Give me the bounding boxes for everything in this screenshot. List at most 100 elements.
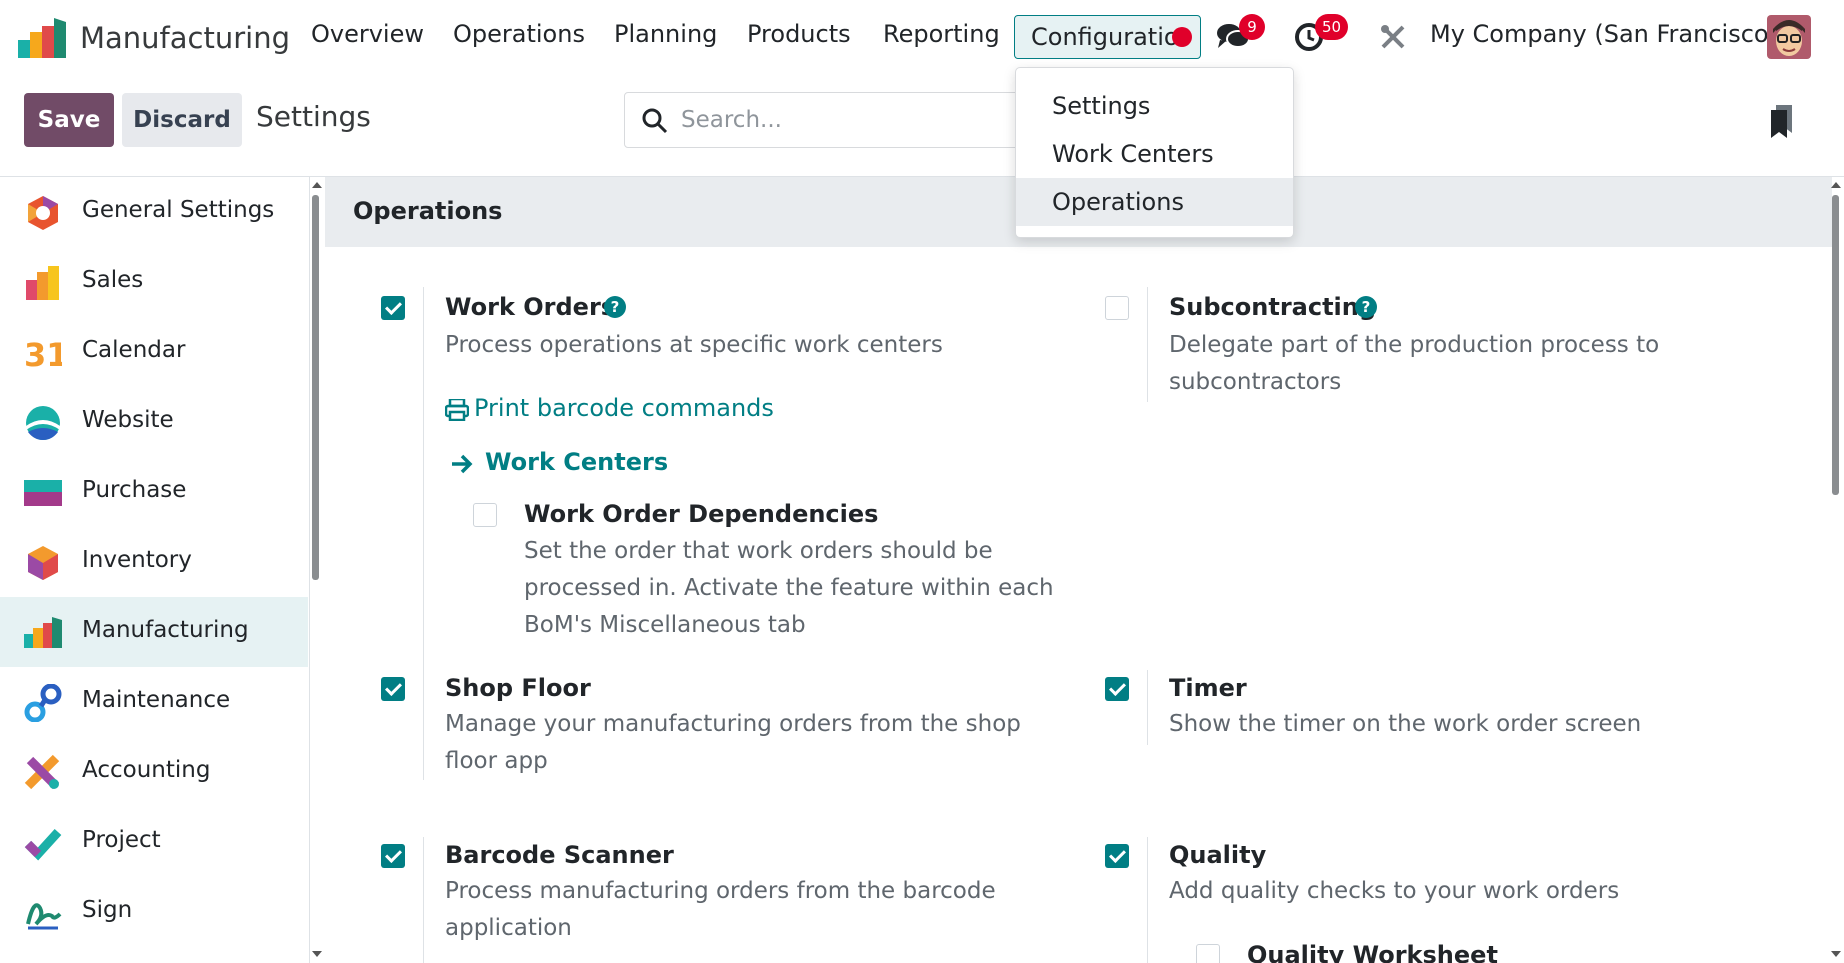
maintenance-icon xyxy=(24,684,62,722)
tools-icon[interactable] xyxy=(1379,23,1407,51)
shop-floor-desc: Manage your manufacturing orders from th… xyxy=(445,711,1021,774)
sidebar-item-label: Accounting xyxy=(82,757,211,783)
sales-icon xyxy=(26,266,59,300)
menu-reporting[interactable]: Reporting xyxy=(883,20,1000,48)
work-centers-link[interactable]: Work Centers xyxy=(485,448,668,476)
manufacturing-logo-icon xyxy=(18,18,66,58)
menu-products[interactable]: Products xyxy=(747,20,851,48)
content-scroll-down[interactable] xyxy=(1831,951,1841,957)
project-icon xyxy=(24,828,62,861)
setting-divider xyxy=(1147,670,1148,745)
sidebar-item-label: Purchase xyxy=(82,477,187,503)
menu-operations[interactable]: Operations xyxy=(453,20,585,48)
sidebar-item-label: General Settings xyxy=(82,197,275,223)
sidebar-item-label: Calendar xyxy=(82,337,186,363)
mouse-cursor-indicator xyxy=(1172,27,1192,47)
user-avatar-icon xyxy=(1767,15,1811,59)
work-orders-title: Work Orders xyxy=(445,293,616,321)
sidebar-scroll-up[interactable] xyxy=(312,182,322,188)
settings-search[interactable]: Search... xyxy=(624,92,1044,148)
arrow-right-icon xyxy=(452,454,473,474)
quality-worksheet-title: Quality Worksheet xyxy=(1247,941,1498,963)
sidebar-scrollbar[interactable] xyxy=(312,195,319,580)
sidebar-item-label: Website xyxy=(82,407,174,433)
discard-button[interactable]: Discard xyxy=(122,93,242,147)
sidebar-item-label: Sign xyxy=(82,897,133,923)
dropdown-item-work-centers[interactable]: Work Centers xyxy=(1016,130,1293,178)
manufacturing-icon xyxy=(24,617,62,648)
subcontracting-title: Subcontracting xyxy=(1169,293,1377,321)
sidebar-item-inventory[interactable]: Inventory xyxy=(0,527,308,597)
quality-worksheet-checkbox[interactable] xyxy=(1196,944,1220,963)
app-name: Manufacturing xyxy=(80,21,290,55)
help-icon[interactable]: ? xyxy=(604,296,626,318)
dropdown-item-operations[interactable]: Operations xyxy=(1016,178,1293,226)
sidebar-item-label: Inventory xyxy=(82,547,192,573)
menu-configuration-label: Configuratio xyxy=(1031,23,1179,51)
quality-checkbox[interactable] xyxy=(1105,844,1129,868)
timer-desc: Show the timer on the work order screen xyxy=(1169,711,1642,737)
configuration-dropdown: Settings Work Centers Operations xyxy=(1015,67,1294,238)
page-title: Settings xyxy=(256,100,371,133)
content-scroll-up[interactable] xyxy=(1831,182,1841,188)
svg-text:31: 31 xyxy=(24,336,62,372)
purchase-icon xyxy=(24,480,62,506)
activities-badge: 50 xyxy=(1315,14,1349,40)
calendar-icon: 31 xyxy=(24,336,62,372)
printer-icon xyxy=(445,399,469,421)
setting-divider xyxy=(1147,287,1148,402)
sidebar-scroll-down[interactable] xyxy=(312,951,322,957)
settings-sidebar: General Settings Sales 31 Calendar Websi… xyxy=(0,177,310,963)
website-icon xyxy=(26,406,60,440)
app-brand[interactable]: Manufacturing xyxy=(18,18,290,58)
sign-icon xyxy=(26,903,62,930)
sidebar-item-sign[interactable]: Sign xyxy=(0,877,308,947)
barcode-scanner-checkbox[interactable] xyxy=(381,844,405,868)
work-order-dependencies-title: Work Order Dependencies xyxy=(524,500,879,528)
subcontracting-desc: Delegate part of the production process … xyxy=(1169,332,1660,395)
user-avatar[interactable] xyxy=(1767,15,1811,59)
inventory-icon xyxy=(28,546,58,580)
company-switcher[interactable]: My Company (San Francisco) xyxy=(1430,20,1778,48)
accounting-icon xyxy=(24,754,60,790)
sidebar-item-website[interactable]: Website xyxy=(0,387,308,457)
work-order-dependencies-checkbox[interactable] xyxy=(473,503,497,527)
sidebar-item-general-settings[interactable]: General Settings xyxy=(0,177,308,247)
sidebar-item-purchase[interactable]: Purchase xyxy=(0,457,308,527)
timer-checkbox[interactable] xyxy=(1105,677,1129,701)
save-button[interactable]: Save xyxy=(24,93,114,147)
menu-planning[interactable]: Planning xyxy=(614,20,717,48)
general-settings-icon xyxy=(28,196,58,230)
sidebar-item-accounting[interactable]: Accounting xyxy=(0,737,308,807)
content-scrollbar[interactable] xyxy=(1832,195,1839,495)
sidebar-item-label: Project xyxy=(82,827,161,853)
menu-overview[interactable]: Overview xyxy=(311,20,424,48)
quality-desc: Add quality checks to your work orders xyxy=(1169,878,1620,904)
section-title: Operations xyxy=(353,197,503,225)
sidebar-item-manufacturing[interactable]: Manufacturing xyxy=(0,597,308,667)
work-orders-checkbox[interactable] xyxy=(381,296,405,320)
bookmarks-icon[interactable] xyxy=(1770,105,1794,139)
sidebar-item-label: Manufacturing xyxy=(82,617,249,643)
settings-content: Operations Work Orders ? Process operati… xyxy=(325,177,1832,963)
help-icon[interactable]: ? xyxy=(1355,296,1377,318)
shop-floor-checkbox[interactable] xyxy=(381,677,405,701)
subcontracting-checkbox[interactable] xyxy=(1105,296,1129,320)
sidebar-item-calendar[interactable]: 31 Calendar xyxy=(0,317,308,387)
barcode-scanner-desc: Process manufacturing orders from the ba… xyxy=(445,878,996,941)
setting-divider xyxy=(423,670,424,780)
quality-title: Quality xyxy=(1169,841,1267,869)
setting-divider xyxy=(423,287,424,712)
dropdown-item-settings[interactable]: Settings xyxy=(1016,82,1293,130)
search-placeholder: Search... xyxy=(681,107,782,133)
dropdown-item-label: Work Centers xyxy=(1052,140,1214,168)
sidebar-item-maintenance[interactable]: Maintenance xyxy=(0,667,308,737)
print-barcode-link[interactable]: Print barcode commands xyxy=(474,394,774,422)
sidebar-item-label: Maintenance xyxy=(82,687,231,713)
work-order-dependencies-desc: Set the order that work orders should be… xyxy=(524,538,1054,638)
work-orders-desc: Process operations at specific work cent… xyxy=(445,332,943,358)
top-navbar: Manufacturing Overview Operations Planni… xyxy=(0,0,1844,75)
sidebar-item-project[interactable]: Project xyxy=(0,807,308,877)
setting-divider xyxy=(423,837,424,963)
sidebar-item-sales[interactable]: Sales xyxy=(0,247,308,317)
